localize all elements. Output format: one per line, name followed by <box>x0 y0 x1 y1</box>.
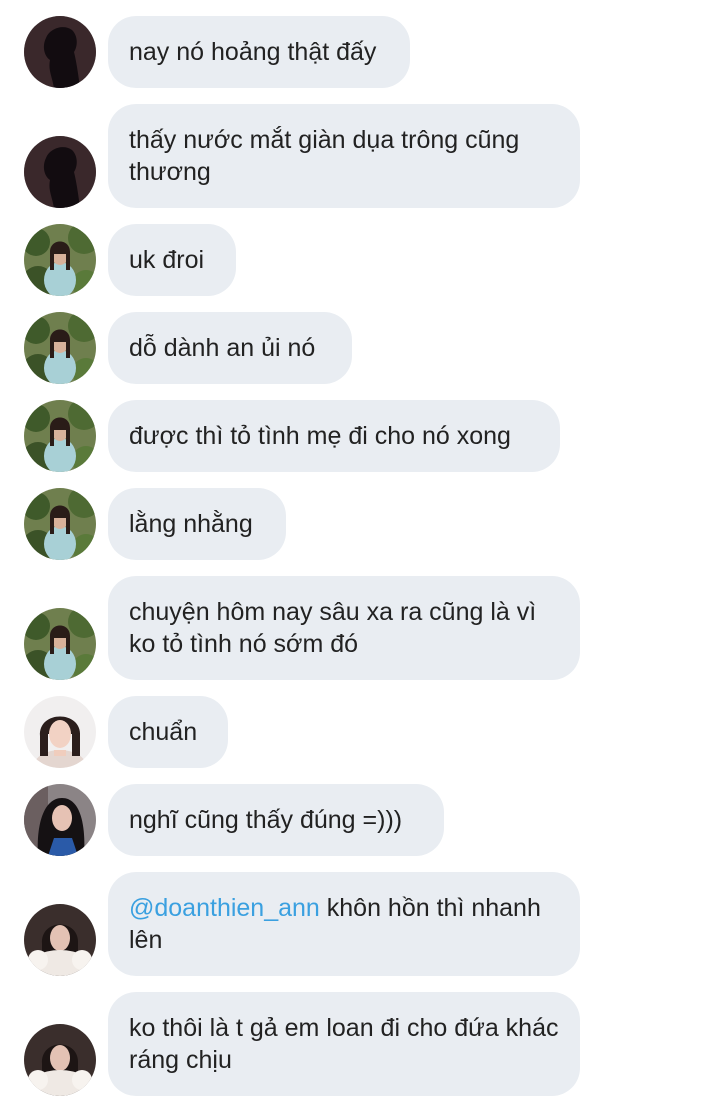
message-text: lằng nhằng <box>129 510 253 538</box>
message-text: dỗ dành an ủi nó <box>129 334 316 362</box>
message-text: chuyện hôm nay sâu xa ra cũng là vì ko t… <box>129 598 537 658</box>
message-bubble[interactable]: chuẩn <box>108 696 228 768</box>
message-bubble[interactable]: được thì tỏ tình mẹ đi cho nó xong <box>108 400 560 472</box>
girl-dark-hair-avatar[interactable] <box>24 784 96 856</box>
message-bubble[interactable]: ko thôi là t gả em loan đi cho đứa khác … <box>108 992 580 1096</box>
message-bubble[interactable]: lằng nhằng <box>108 488 286 560</box>
message-bubble[interactable]: chuyện hôm nay sâu xa ra cũng là vì ko t… <box>108 576 580 680</box>
message-bubble[interactable]: nghĩ cũng thấy đúng =))) <box>108 784 444 856</box>
message-bubble[interactable]: nay nó hoảng thật đấy <box>108 16 410 88</box>
girl-in-garden-avatar[interactable] <box>24 488 96 560</box>
message-bubble[interactable]: thấy nước mắt giàn dụa trông cũng thương <box>108 104 580 208</box>
silhouette-woman-avatar[interactable] <box>24 136 96 208</box>
message-text: nay nó hoảng thật đấy <box>129 38 377 66</box>
girl-portrait-avatar[interactable] <box>24 696 96 768</box>
message-text: chuẩn <box>129 718 198 746</box>
message-bubble[interactable]: @doanthien_ann khôn hồn thì nhanh lên <box>108 872 580 976</box>
message-bubble[interactable]: dỗ dành an ủi nó <box>108 312 352 384</box>
message-text: thấy nước mắt giàn dụa trông cũng thương <box>129 126 520 186</box>
message-bubble[interactable]: uk đroi <box>108 224 236 296</box>
girl-in-garden-avatar[interactable] <box>24 312 96 384</box>
girl-in-garden-avatar[interactable] <box>24 224 96 296</box>
girl-in-garden-avatar[interactable] <box>24 608 96 680</box>
message-text: được thì tỏ tình mẹ đi cho nó xong <box>129 422 511 450</box>
silhouette-woman-avatar[interactable] <box>24 16 96 88</box>
message-text: uk đroi <box>129 246 205 274</box>
girl-fur-coat-avatar[interactable] <box>24 904 96 976</box>
message-text: @doanthien_ann khôn hồn thì nhanh lên <box>129 892 559 956</box>
girl-fur-coat-avatar[interactable] <box>24 1024 96 1096</box>
message-text: nghĩ cũng thấy đúng =))) <box>129 806 403 834</box>
message-text: ko thôi là t gả em loan đi cho đứa khác … <box>129 1014 559 1074</box>
girl-in-garden-avatar[interactable] <box>24 400 96 472</box>
mention-link[interactable]: @doanthien_ann <box>129 894 320 922</box>
